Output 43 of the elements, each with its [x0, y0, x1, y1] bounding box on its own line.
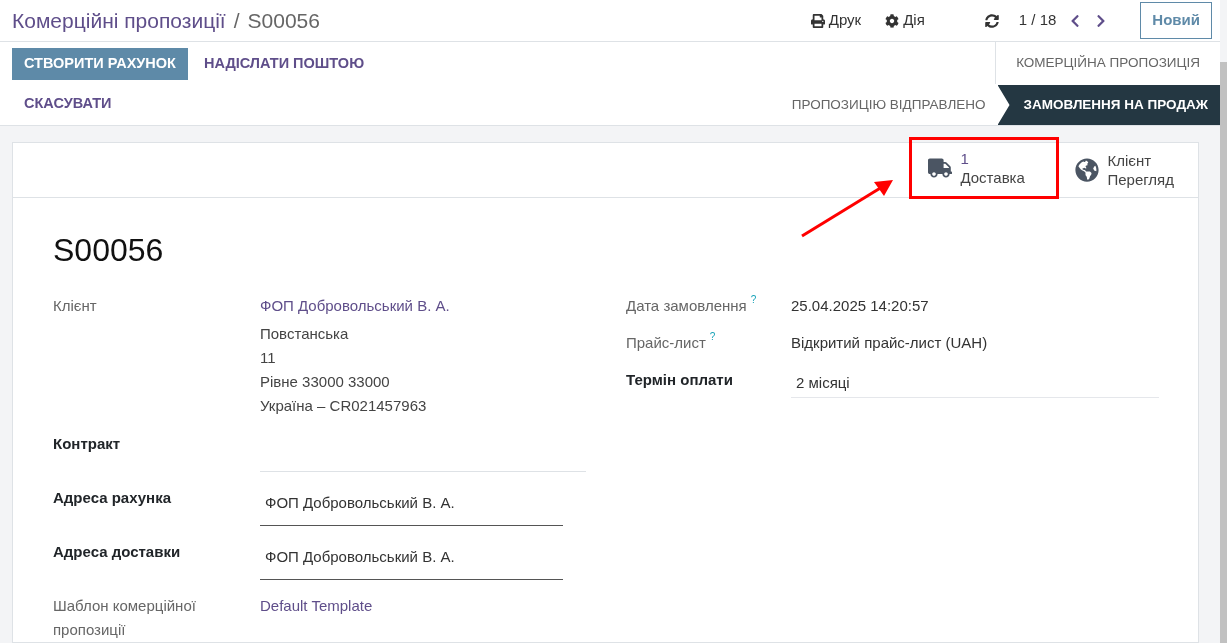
template-link[interactable]: Default Template [260, 594, 373, 642]
field-label: Клієнт [53, 296, 97, 316]
field-label: Контракт [53, 434, 121, 454]
header-button[interactable]: СКАСУВАТИ [12, 88, 124, 120]
customer-label: Перегляд [1107, 170, 1174, 189]
scrollbar[interactable] [1220, 62, 1227, 643]
field-value: 25.04.2025 14:20:57 [791, 296, 929, 316]
globe-icon [1075, 158, 1100, 182]
header-button[interactable]: НАДІСЛАТИ ПОШТОЮ [191, 48, 377, 80]
field-label: Адреса доставки [53, 542, 181, 562]
field-label: Адреса рахунка [53, 488, 171, 508]
status-step[interactable]: ЗАМОВЛЕННЯ НА ПРОДАЖ [997, 85, 1220, 125]
print-button[interactable]: Друк [802, 9, 870, 32]
input-field[interactable]: ФОП Добровольський В. А. [260, 540, 563, 580]
gear-icon [885, 13, 900, 28]
header-button[interactable]: СТВОРИТИ РАХУНОК [12, 48, 188, 80]
breadcrumb-current: S00056 [247, 7, 320, 34]
record-title: S00056 [53, 231, 165, 270]
customer-title: Клієнт [1107, 151, 1152, 170]
delivery-smart-button[interactable]: 1 Доставка [909, 137, 1060, 199]
field-label: Прайс-лист [626, 333, 706, 353]
breadcrumb-separator: / [233, 7, 240, 34]
breadcrumb-link[interactable]: Комерційні пропозиції [12, 4, 226, 37]
delivery-count: 1 [960, 149, 969, 168]
pager-counter: 1 / 18 [1018, 10, 1057, 31]
customer-smart-button[interactable]: Клієнт Перегляд [1059, 143, 1190, 197]
input-field[interactable]: 2 місяці [791, 368, 1159, 398]
address-line: Рівне 33000 33000 [260, 372, 391, 392]
status-step[interactable]: ПРОПОЗИЦІЮ ВІДПРАВЛЕНО [779, 85, 998, 125]
input-field[interactable]: ФОП Добровольський В. А. [260, 486, 563, 526]
new-button[interactable]: Новий [1140, 2, 1212, 39]
address-line: Україна – CR021457963 [260, 396, 428, 416]
customer-link[interactable]: ФОП Добровольський В. А. [260, 294, 450, 318]
printer-icon [810, 13, 825, 28]
field-value: Відкритий прайс-лист (UAH) [791, 333, 988, 353]
field-label: Дата замовлення [626, 296, 747, 316]
field-label: Термін оплати [626, 370, 733, 390]
field-label: Шаблон комерційної пропозиції [53, 596, 197, 640]
truck-icon [928, 156, 953, 180]
address-line: Повстанська [260, 324, 350, 344]
address-line: 11 [260, 348, 277, 368]
action-button[interactable]: Дія [877, 9, 933, 32]
delivery-label: Доставка [960, 168, 1025, 187]
